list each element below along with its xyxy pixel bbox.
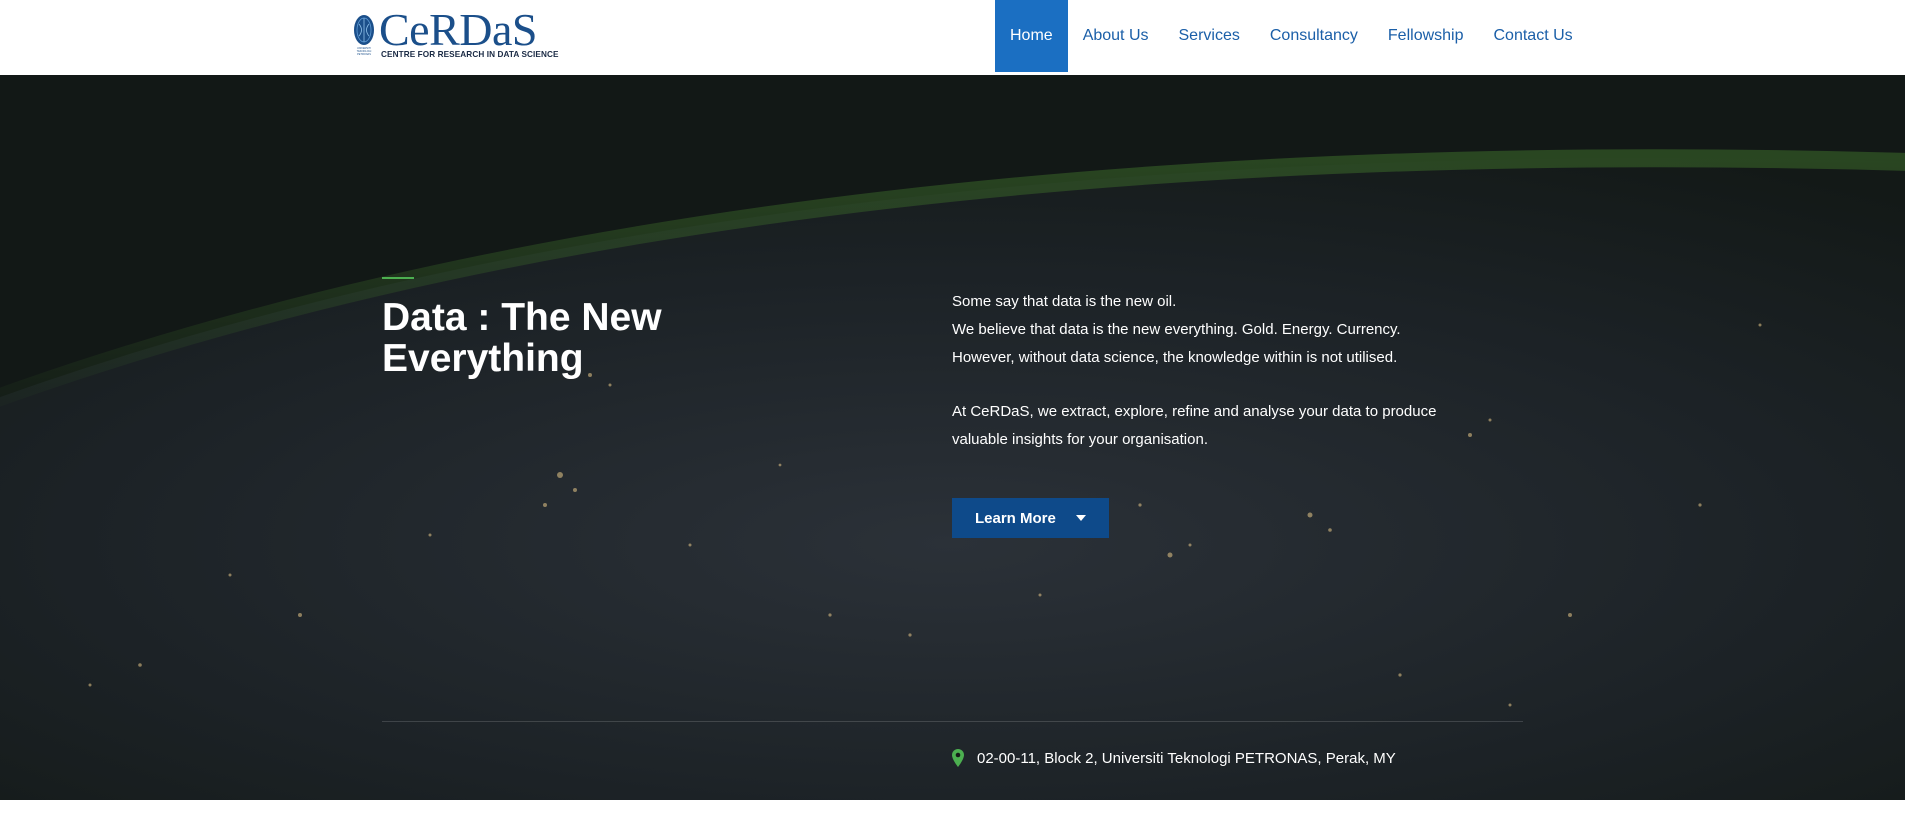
emblem-caption: UNIVERSITI TEKNOLOGI PETRONAS (356, 47, 372, 56)
learn-more-label: Learn More (975, 509, 1056, 527)
caret-down-icon (1076, 515, 1086, 521)
main-nav: Home About Us Services Consultancy Fello… (995, 0, 1588, 75)
hero-text-line: Some say that data is the new oil. (952, 293, 1177, 310)
address-block: 02-00-11, Block 2, Universiti Teknologi … (952, 749, 1396, 767)
hero-text-line: At CeRDaS, we extract, explore, refine a… (952, 403, 1437, 420)
address-text: 02-00-11, Block 2, Universiti Teknologi … (977, 749, 1396, 767)
nav-about-us[interactable]: About Us (1068, 0, 1164, 72)
nav-services[interactable]: Services (1164, 0, 1255, 72)
nav-home[interactable]: Home (995, 0, 1068, 72)
hero-text-line: We believe that data is the new everythi… (952, 321, 1401, 338)
map-marker-icon (952, 749, 964, 767)
hero-text-line: However, without data science, the knowl… (952, 349, 1398, 366)
hero-description: Some say that data is the new oil. We be… (952, 288, 1512, 454)
logo-wordmark: CeRDaS (379, 4, 538, 55)
nav-consultancy[interactable]: Consultancy (1255, 0, 1373, 72)
hero-text-line: valuable insights for your organisation. (952, 431, 1208, 448)
nav-contact-us[interactable]: Contact Us (1479, 0, 1588, 72)
hero-section: Data : The New Everything Some say that … (0, 75, 1905, 800)
nav-fellowship[interactable]: Fellowship (1373, 0, 1479, 72)
title-accent-line (382, 277, 414, 279)
site-header: UNIVERSITI TEKNOLOGI PETRONAS CeRDaS CEN… (0, 0, 1905, 75)
logo-tagline: CENTRE FOR RESEARCH IN DATA SCIENCE (381, 50, 559, 59)
cerdas-logo[interactable]: UNIVERSITI TEKNOLOGI PETRONAS CeRDaS CEN… (352, 7, 558, 61)
learn-more-button[interactable]: Learn More (952, 498, 1109, 538)
hero-title: Data : The New Everything (382, 296, 662, 380)
hero-divider (382, 721, 1523, 722)
